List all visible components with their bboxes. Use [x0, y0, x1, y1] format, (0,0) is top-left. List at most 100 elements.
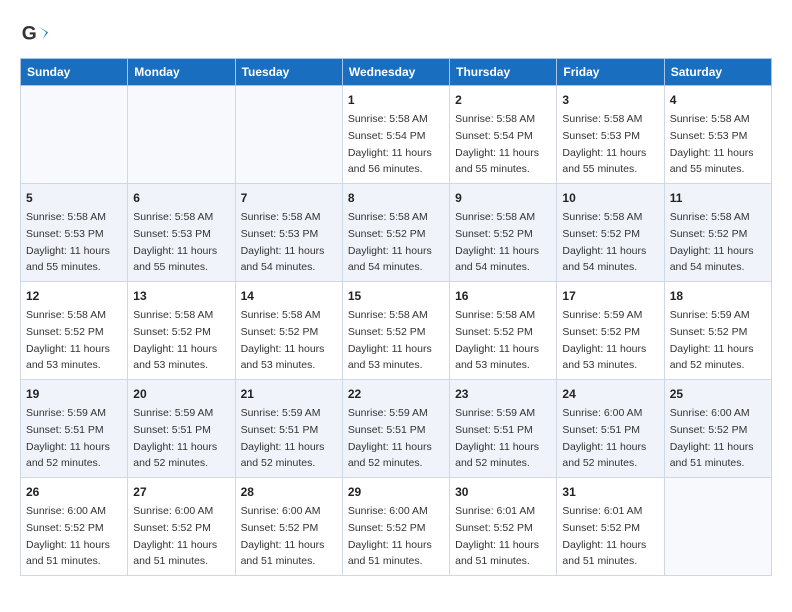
- day-number: 31: [562, 483, 658, 501]
- day-number: 18: [670, 287, 766, 305]
- day-cell-27: 27Sunrise: 6:00 AM Sunset: 5:52 PM Dayli…: [128, 478, 235, 576]
- week-row-5: 26Sunrise: 6:00 AM Sunset: 5:52 PM Dayli…: [21, 478, 772, 576]
- day-info: Sunrise: 6:00 AM Sunset: 5:52 PM Dayligh…: [26, 505, 110, 567]
- day-cell-1: 1 Sunrise: 5:58 AM Sunset: 5:54 PM Daylig…: [342, 86, 449, 184]
- day-cell-10: 10Sunrise: 5:58 AM Sunset: 5:52 PM Dayli…: [557, 184, 664, 282]
- day-number: 28: [241, 483, 337, 501]
- column-header-monday: Monday: [128, 59, 235, 86]
- day-cell-19: 19 Sunrise: 5:59 AM Sunset: 5:51 PM Dayli…: [21, 380, 128, 478]
- day-number: 9: [455, 189, 551, 207]
- day-info: Sunrise: 5:59 AM Sunset: 5:51 PM Dayligh…: [26, 407, 110, 469]
- day-number: 5: [26, 189, 122, 207]
- day-info: Sunrise: 5:59 AM Sunset: 5:51 PM Dayligh…: [133, 407, 217, 469]
- day-info: Sunrise: 6:00 AM Sunset: 5:51 PM Dayligh…: [562, 407, 646, 469]
- day-number: 4: [670, 91, 766, 109]
- logo-icon: G: [20, 20, 48, 48]
- day-info: Sunrise: 5:58 AM Sunset: 5:52 PM Dayligh…: [26, 309, 110, 371]
- day-number: 3: [562, 91, 658, 109]
- day-number: 23: [455, 385, 551, 403]
- day-info: Sunrise: 5:58 AM Sunset: 5:53 PM Dayligh…: [26, 211, 110, 273]
- week-row-1: 1 Sunrise: 5:58 AM Sunset: 5:54 PM Daylig…: [21, 86, 772, 184]
- day-cell-31: 31 Sunrise: 6:01 AM Sunset: 5:52 PM Dayli…: [557, 478, 664, 576]
- day-cell-17: 17 Sunrise: 5:59 AM Sunset: 5:52 PM Dayli…: [557, 282, 664, 380]
- day-cell-4: 4 Sunrise: 5:58 AM Sunset: 5:53 PM Daylig…: [664, 86, 771, 184]
- day-cell-15: 15Sunrise: 5:58 AM Sunset: 5:52 PM Dayli…: [342, 282, 449, 380]
- empty-cell: [21, 86, 128, 184]
- day-info: Sunrise: 6:00 AM Sunset: 5:52 PM Dayligh…: [348, 505, 432, 567]
- week-row-4: 19 Sunrise: 5:59 AM Sunset: 5:51 PM Dayli…: [21, 380, 772, 478]
- day-cell-21: 21 Sunrise: 5:59 AM Sunset: 5:51 PM Dayli…: [235, 380, 342, 478]
- logo: G: [20, 20, 52, 48]
- day-number: 24: [562, 385, 658, 403]
- empty-cell: [664, 478, 771, 576]
- day-cell-18: 18 Sunrise: 5:59 AM Sunset: 5:52 PM Dayli…: [664, 282, 771, 380]
- day-cell-24: 24 Sunrise: 6:00 AM Sunset: 5:51 PM Dayli…: [557, 380, 664, 478]
- day-number: 19: [26, 385, 122, 403]
- day-info: Sunrise: 6:00 AM Sunset: 5:52 PM Dayligh…: [670, 407, 754, 469]
- day-cell-12: 12 Sunrise: 5:58 AM Sunset: 5:52 PM Dayli…: [21, 282, 128, 380]
- day-info: Sunrise: 5:58 AM Sunset: 5:53 PM Dayligh…: [133, 211, 217, 273]
- week-row-3: 12 Sunrise: 5:58 AM Sunset: 5:52 PM Dayli…: [21, 282, 772, 380]
- page-header: G: [20, 20, 772, 48]
- day-cell-28: 28 Sunrise: 6:00 AM Sunset: 5:52 PM Dayli…: [235, 478, 342, 576]
- day-info: Sunrise: 5:58 AM Sunset: 5:52 PM Dayligh…: [455, 309, 539, 371]
- day-number: 29: [348, 483, 444, 501]
- day-cell-8: 8 Sunrise: 5:58 AM Sunset: 5:52 PM Daylig…: [342, 184, 449, 282]
- column-header-sunday: Sunday: [21, 59, 128, 86]
- day-cell-9: 9 Sunrise: 5:58 AM Sunset: 5:52 PM Daylig…: [450, 184, 557, 282]
- day-info: Sunrise: 6:00 AM Sunset: 5:52 PM Dayligh…: [241, 505, 325, 567]
- day-cell-30: 30 Sunrise: 6:01 AM Sunset: 5:52 PM Dayli…: [450, 478, 557, 576]
- calendar-table: SundayMondayTuesdayWednesdayThursdayFrid…: [20, 58, 772, 576]
- day-cell-13: 13 Sunrise: 5:58 AM Sunset: 5:52 PM Dayli…: [128, 282, 235, 380]
- day-cell-23: 23Sunrise: 5:59 AM Sunset: 5:51 PM Dayli…: [450, 380, 557, 478]
- day-cell-5: 5 Sunrise: 5:58 AM Sunset: 5:53 PM Daylig…: [21, 184, 128, 282]
- day-info: Sunrise: 5:58 AM Sunset: 5:52 PM Dayligh…: [133, 309, 217, 371]
- day-number: 2: [455, 91, 551, 109]
- day-info: Sunrise: 5:58 AM Sunset: 5:52 PM Dayligh…: [562, 211, 646, 273]
- empty-cell: [128, 86, 235, 184]
- day-cell-3: 3 Sunrise: 5:58 AM Sunset: 5:53 PM Daylig…: [557, 86, 664, 184]
- day-number: 22: [348, 385, 444, 403]
- day-info: Sunrise: 5:58 AM Sunset: 5:52 PM Dayligh…: [348, 309, 432, 371]
- day-cell-16: 16Sunrise: 5:58 AM Sunset: 5:52 PM Dayli…: [450, 282, 557, 380]
- day-info: Sunrise: 5:58 AM Sunset: 5:53 PM Dayligh…: [670, 113, 754, 175]
- day-info: Sunrise: 5:58 AM Sunset: 5:52 PM Dayligh…: [670, 211, 754, 273]
- day-info: Sunrise: 5:59 AM Sunset: 5:52 PM Dayligh…: [670, 309, 754, 371]
- day-info: Sunrise: 5:58 AM Sunset: 5:52 PM Dayligh…: [241, 309, 325, 371]
- day-info: Sunrise: 5:59 AM Sunset: 5:51 PM Dayligh…: [241, 407, 325, 469]
- day-number: 21: [241, 385, 337, 403]
- day-number: 13: [133, 287, 229, 305]
- day-info: Sunrise: 5:58 AM Sunset: 5:53 PM Dayligh…: [241, 211, 325, 273]
- empty-cell: [235, 86, 342, 184]
- day-number: 27: [133, 483, 229, 501]
- day-info: Sunrise: 5:59 AM Sunset: 5:52 PM Dayligh…: [562, 309, 646, 371]
- day-cell-26: 26Sunrise: 6:00 AM Sunset: 5:52 PM Dayli…: [21, 478, 128, 576]
- day-info: Sunrise: 5:58 AM Sunset: 5:52 PM Dayligh…: [455, 211, 539, 273]
- day-number: 17: [562, 287, 658, 305]
- day-cell-25: 25 Sunrise: 6:00 AM Sunset: 5:52 PM Dayli…: [664, 380, 771, 478]
- day-number: 8: [348, 189, 444, 207]
- day-number: 11: [670, 189, 766, 207]
- day-info: Sunrise: 5:58 AM Sunset: 5:53 PM Dayligh…: [562, 113, 646, 175]
- day-number: 30: [455, 483, 551, 501]
- day-info: Sunrise: 6:01 AM Sunset: 5:52 PM Dayligh…: [455, 505, 539, 567]
- day-number: 7: [241, 189, 337, 207]
- day-cell-2: 2Sunrise: 5:58 AM Sunset: 5:54 PM Daylig…: [450, 86, 557, 184]
- day-cell-7: 7 Sunrise: 5:58 AM Sunset: 5:53 PM Daylig…: [235, 184, 342, 282]
- day-number: 20: [133, 385, 229, 403]
- day-info: Sunrise: 5:58 AM Sunset: 5:54 PM Dayligh…: [348, 113, 432, 175]
- day-cell-11: 11 Sunrise: 5:58 AM Sunset: 5:52 PM Dayli…: [664, 184, 771, 282]
- day-info: Sunrise: 5:59 AM Sunset: 5:51 PM Dayligh…: [348, 407, 432, 469]
- day-cell-29: 29 Sunrise: 6:00 AM Sunset: 5:52 PM Dayli…: [342, 478, 449, 576]
- day-cell-22: 22 Sunrise: 5:59 AM Sunset: 5:51 PM Dayli…: [342, 380, 449, 478]
- column-header-wednesday: Wednesday: [342, 59, 449, 86]
- day-number: 6: [133, 189, 229, 207]
- day-number: 14: [241, 287, 337, 305]
- day-number: 12: [26, 287, 122, 305]
- day-number: 25: [670, 385, 766, 403]
- day-info: Sunrise: 6:01 AM Sunset: 5:52 PM Dayligh…: [562, 505, 646, 567]
- day-number: 1: [348, 91, 444, 109]
- column-header-thursday: Thursday: [450, 59, 557, 86]
- day-info: Sunrise: 5:58 AM Sunset: 5:52 PM Dayligh…: [348, 211, 432, 273]
- column-header-friday: Friday: [557, 59, 664, 86]
